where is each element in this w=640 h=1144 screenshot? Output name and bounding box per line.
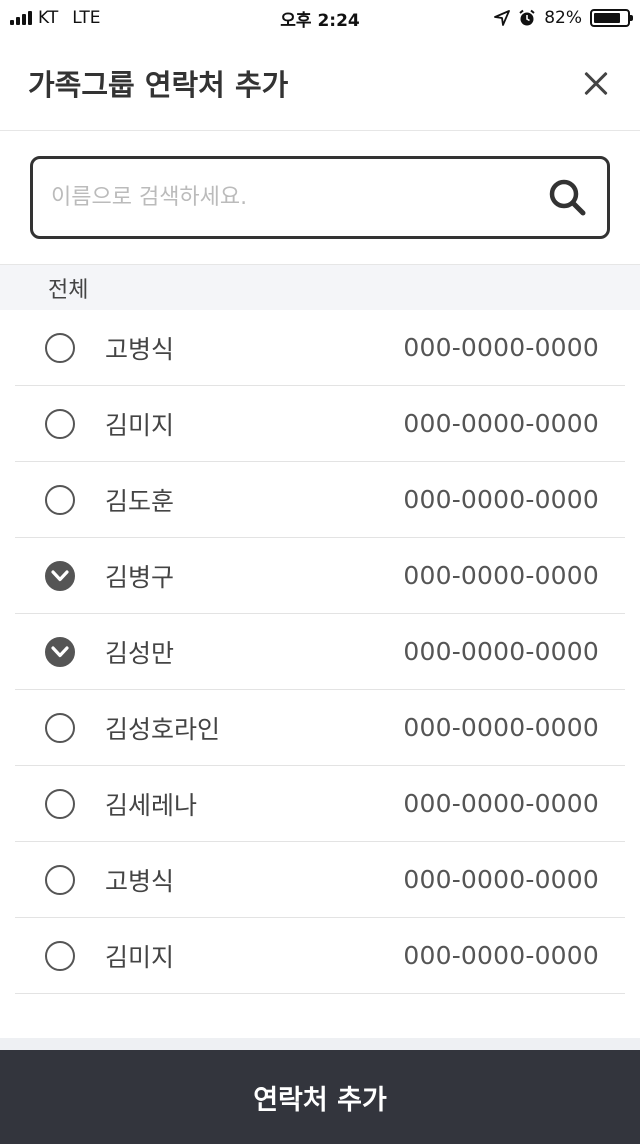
signal-icon (10, 11, 32, 25)
contact-name: 고병식 (105, 334, 175, 364)
alarm-clock-icon (519, 9, 535, 26)
contact-name: 김도훈 (105, 486, 175, 516)
checked-radio-icon[interactable] (45, 560, 75, 591)
status-bar: KT LTE 오후 2:24 82% (0, 0, 640, 36)
carrier-label: KT (38, 8, 59, 28)
contact-row[interactable]: 김미지 000-0000-0000 (15, 918, 625, 994)
radio-icon[interactable] (45, 408, 75, 439)
location-arrow-icon (494, 10, 511, 26)
section-label: 전체 (48, 277, 89, 303)
contact-row[interactable]: 김도훈 000-0000-0000 (15, 462, 625, 538)
bottom-divider (0, 1038, 640, 1050)
radio-icon[interactable] (45, 332, 75, 363)
contact-name: 김병구 (105, 562, 175, 592)
close-icon[interactable] (580, 67, 612, 99)
add-contact-button[interactable]: 연락처 추가 (0, 1050, 640, 1144)
checked-radio-icon[interactable] (45, 636, 75, 667)
radio-icon[interactable] (45, 940, 75, 971)
status-right: 82% (494, 8, 633, 28)
contact-name: 고병식 (105, 866, 175, 896)
contact-name: 김미지 (105, 410, 175, 440)
contact-name: 김성만 (105, 638, 175, 668)
contact-phone: 000-0000-0000 (403, 485, 599, 514)
page-title: 가족그룹 연락처 추가 (28, 68, 289, 102)
battery-percent: 82% (544, 8, 582, 28)
contact-row[interactable]: 고병식 000-0000-0000 (15, 842, 625, 918)
contact-list: 고병식 000-0000-0000 김미지 000-0000-0000 김도훈 000-0… (15, 310, 625, 994)
contact-phone: 000-0000-0000 (403, 409, 599, 438)
contact-name: 김세레나 (105, 790, 198, 820)
contact-row[interactable]: 김병구 000-0000-0000 (15, 538, 625, 614)
search-box (30, 156, 610, 239)
contact-row[interactable]: 김미지 000-0000-0000 (15, 386, 625, 462)
radio-icon[interactable] (45, 788, 75, 819)
section-header-all: 전체 (0, 264, 640, 310)
contact-row[interactable]: 고병식 000-0000-0000 (15, 310, 625, 386)
search-input[interactable] (51, 185, 547, 210)
contact-phone: 000-0000-0000 (403, 789, 599, 818)
contact-phone: 000-0000-0000 (403, 713, 599, 742)
status-left: KT LTE (10, 8, 100, 28)
contact-row[interactable]: 김세레나 000-0000-0000 (15, 766, 625, 842)
network-label: LTE (72, 8, 101, 28)
contact-phone: 000-0000-0000 (403, 941, 599, 970)
contact-phone: 000-0000-0000 (403, 637, 599, 666)
modal-header: 가족그룹 연락처 추가 (0, 36, 640, 131)
search-icon[interactable] (547, 177, 589, 219)
radio-icon[interactable] (45, 864, 75, 895)
contact-row[interactable]: 김성만 000-0000-0000 (15, 614, 625, 690)
contact-name: 김성호라인 (105, 714, 221, 744)
contact-name: 김미지 (105, 942, 175, 972)
radio-icon[interactable] (45, 712, 75, 743)
contact-row[interactable]: 김성호라인 000-0000-0000 (15, 690, 625, 766)
contact-phone: 000-0000-0000 (403, 561, 599, 590)
search-bar (30, 156, 610, 239)
contact-phone: 000-0000-0000 (403, 865, 599, 894)
contact-phone: 000-0000-0000 (403, 333, 599, 362)
radio-icon[interactable] (45, 484, 75, 515)
battery-icon (590, 9, 633, 27)
